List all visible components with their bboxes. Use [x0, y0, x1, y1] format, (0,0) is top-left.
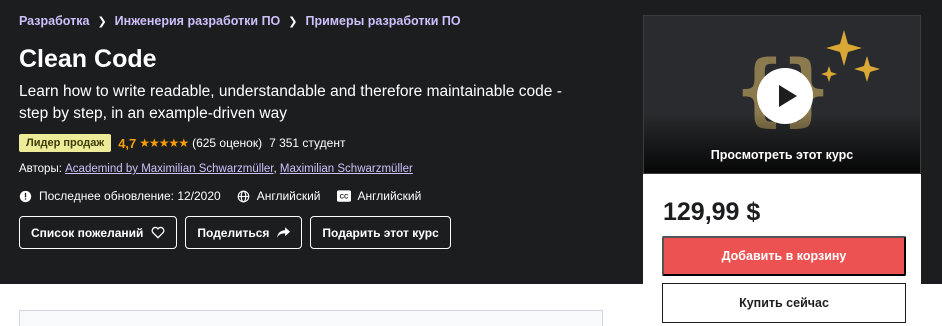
alert-badge-icon — [19, 190, 32, 202]
rating-value: 4,7 — [118, 135, 137, 151]
breadcrumb-item-software-engineering[interactable]: Инженерия разработки ПО — [115, 14, 281, 28]
gift-label: Подарить этот курс — [322, 225, 439, 240]
wishlist-button[interactable]: Список пожеланий — [19, 216, 178, 249]
course-preview[interactable]: {} Просмотреть этот курс — [643, 15, 921, 174]
author-link-academind[interactable]: Academind by Maximilian Schwarzmüller — [65, 163, 273, 175]
last-updated: Последнее обновление: 12/2020 — [19, 189, 221, 203]
share-button[interactable]: Поделиться — [185, 216, 303, 249]
students-count: 7 351 студент — [269, 136, 346, 150]
captions-text: Английский — [357, 189, 422, 203]
language-text: Английский — [256, 189, 321, 203]
course-subtitle: Learn how to write readable, understanda… — [19, 83, 562, 122]
ratings-count[interactable]: (625 оценок) — [192, 136, 262, 150]
breadcrumb-item-software-examples[interactable]: Примеры разработки ПО — [306, 14, 461, 28]
heart-icon — [151, 226, 165, 239]
globe-icon — [237, 190, 250, 202]
bestseller-badge: Лидер продаж — [19, 134, 112, 152]
preview-label: Просмотреть этот курс — [710, 148, 854, 162]
course-price: 129,99 $ — [663, 198, 761, 226]
course-title: Clean Code — [19, 45, 157, 73]
share-label: Поделиться — [197, 225, 270, 240]
closed-captions-icon: CC — [336, 190, 351, 202]
add-to-cart-button[interactable]: Добавить в корзину — [662, 236, 906, 276]
buy-now-button[interactable]: Купить сейчас — [662, 283, 906, 323]
purchase-sidebar: {} Просмотреть этот курс 129,99 $ Добави… — [643, 15, 921, 326]
authors-line: Авторы: Academind by Maximilian Schwarzm… — [19, 163, 413, 175]
course-meta: Последнее обновление: 12/2020 Английский… — [19, 187, 619, 205]
course-header-content: Разработка ❯ Инженерия разработки ПО ❯ П… — [19, 13, 619, 249]
svg-text:CC: CC — [339, 194, 348, 201]
authors-label: Авторы: — [19, 163, 62, 175]
breadcrumb-item-development[interactable]: Разработка — [19, 14, 89, 28]
chevron-right-icon: ❯ — [97, 15, 107, 28]
breadcrumb: Разработка ❯ Инженерия разработки ПО ❯ П… — [19, 13, 619, 29]
gift-course-button[interactable]: Подарить этот курс — [310, 216, 451, 249]
chevron-right-icon: ❯ — [288, 15, 298, 28]
captions: CC Английский — [336, 189, 422, 203]
author-link-maximilian[interactable]: Maximilian Schwarzmüller — [280, 163, 413, 175]
course-actions: Список пожеланий Поделиться Подарить это… — [19, 216, 619, 249]
play-icon[interactable] — [757, 68, 813, 124]
wishlist-label: Список пожеланий — [31, 225, 144, 240]
share-arrow-icon — [277, 227, 291, 238]
rating-row: Лидер продаж 4,7 ★★★★★ (625 оценок) 7 35… — [19, 133, 619, 153]
what-you-learn-box — [19, 310, 603, 326]
language: Английский — [237, 189, 321, 203]
last-updated-text: Последнее обновление: 12/2020 — [39, 189, 221, 203]
rating-stars-icon: ★★★★★ — [139, 136, 189, 150]
